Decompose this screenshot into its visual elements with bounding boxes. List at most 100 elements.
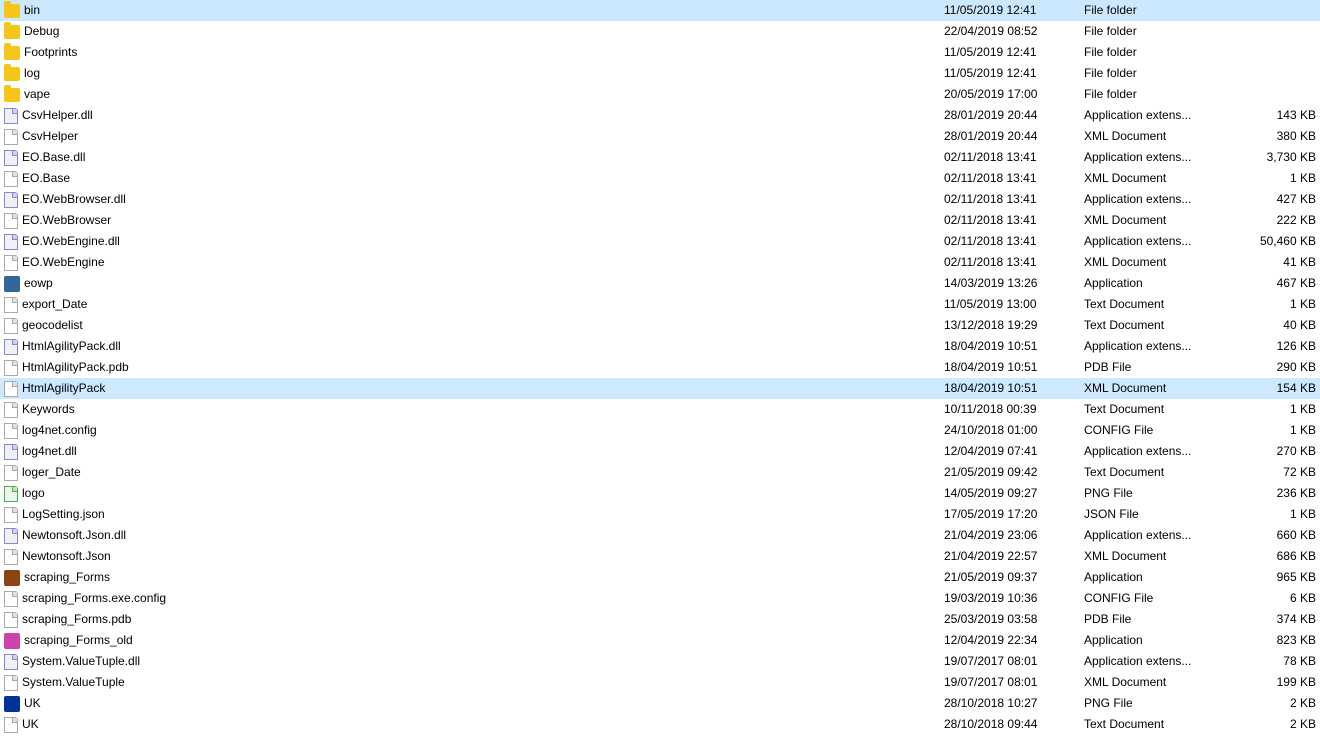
file-name-cell: HtmlAgilityPack.pdb <box>0 357 260 378</box>
file-type: Application extens... <box>1080 336 1240 357</box>
table-row[interactable]: System.ValueTuple.dll19/07/2017 08:01App… <box>0 651 1320 672</box>
file-date: 22/04/2019 08:52 <box>940 21 1080 42</box>
file-date: 21/05/2019 09:42 <box>940 462 1080 483</box>
table-row[interactable]: EO.Base.dll02/11/2018 13:41Application e… <box>0 147 1320 168</box>
file-name-cell: EO.Base.dll <box>0 147 260 168</box>
file-type: XML Document <box>1080 378 1240 399</box>
table-row[interactable]: Newtonsoft.Json21/04/2019 22:57XML Docum… <box>0 546 1320 567</box>
file-name-cell: EO.Base <box>0 168 260 189</box>
table-row[interactable]: UK28/10/2018 10:27PNG File2 KB <box>0 693 1320 714</box>
file-type: JSON File <box>1080 504 1240 525</box>
table-row[interactable]: bin11/05/2019 12:41File folder <box>0 0 1320 21</box>
table-row[interactable]: loger_Date21/05/2019 09:42Text Document7… <box>0 462 1320 483</box>
dll-icon <box>4 654 18 670</box>
file-size: 1 KB <box>1240 504 1320 525</box>
file-name-cell: loger_Date <box>0 462 260 483</box>
file-name-cell: System.ValueTuple.dll <box>0 651 260 672</box>
file-explorer[interactable]: bin11/05/2019 12:41File folderDebug 22/04… <box>0 0 1320 738</box>
table-row[interactable]: HtmlAgilityPack.pdb18/04/2019 10:51PDB F… <box>0 357 1320 378</box>
table-row[interactable]: UK28/10/2018 09:44Text Document2 KB <box>0 714 1320 735</box>
file-name: UK <box>22 714 39 735</box>
file-type: Application extens... <box>1080 525 1240 546</box>
file-icon <box>4 507 18 523</box>
dll-icon <box>4 108 18 124</box>
table-row[interactable]: Debug 22/04/2019 08:52File folder <box>0 21 1320 42</box>
table-row[interactable]: EO.WebBrowser.dll02/11/2018 13:41Applica… <box>0 189 1320 210</box>
file-size: 2 KB <box>1240 693 1320 714</box>
table-row[interactable]: logo14/05/2019 09:27PNG File236 KB <box>0 483 1320 504</box>
table-row[interactable]: LogSetting.json17/05/2019 17:20JSON File… <box>0 504 1320 525</box>
table-row[interactable]: CsvHelper.dll28/01/2019 20:44Application… <box>0 105 1320 126</box>
file-type: Application extens... <box>1080 105 1240 126</box>
file-type: File folder <box>1080 84 1240 105</box>
file-name: eowp <box>24 273 53 294</box>
table-row[interactable]: scraping_Forms_old12/04/2019 22:34Applic… <box>0 630 1320 651</box>
file-icon <box>4 318 18 334</box>
table-row[interactable]: EO.WebEngine.dll02/11/2018 13:41Applicat… <box>0 231 1320 252</box>
file-icon <box>4 129 18 145</box>
file-size: 1 KB <box>1240 168 1320 189</box>
file-type: PDB File <box>1080 357 1240 378</box>
file-name: Newtonsoft.Json <box>22 546 111 567</box>
file-date: 28/10/2018 10:27 <box>940 693 1080 714</box>
table-row[interactable]: log4net.dll12/04/2019 07:41Application e… <box>0 441 1320 462</box>
file-date: 19/07/2017 08:01 <box>940 672 1080 693</box>
table-row[interactable]: Footprints11/05/2019 12:41File folder <box>0 42 1320 63</box>
file-name-cell: UK <box>0 714 260 735</box>
file-name: EO.WebBrowser.dll <box>22 189 126 210</box>
file-date: 02/11/2018 13:41 <box>940 210 1080 231</box>
folder-icon <box>4 46 20 60</box>
file-name: Debug <box>24 21 59 42</box>
file-name-cell: eowp <box>0 273 260 294</box>
table-row[interactable]: Newtonsoft.Json.dll21/04/2019 23:06Appli… <box>0 525 1320 546</box>
file-type: File folder <box>1080 21 1240 42</box>
file-type: Application <box>1080 630 1240 651</box>
table-row[interactable]: EO.WebBrowser02/11/2018 13:41XML Documen… <box>0 210 1320 231</box>
file-name: scraping_Forms.pdb <box>22 609 131 630</box>
table-row[interactable]: Keywords10/11/2018 00:39Text Document1 K… <box>0 399 1320 420</box>
table-row[interactable]: eowp14/03/2019 13:26Application467 KB <box>0 273 1320 294</box>
table-row[interactable]: scraping_Forms21/05/2019 09:37Applicatio… <box>0 567 1320 588</box>
file-date: 02/11/2018 13:41 <box>940 189 1080 210</box>
table-row[interactable]: scraping_Forms.pdb25/03/2019 03:58PDB Fi… <box>0 609 1320 630</box>
file-name: System.ValueTuple.dll <box>22 651 140 672</box>
table-row[interactable]: System.ValueTuple 19/07/2017 08:01XML Doc… <box>0 672 1320 693</box>
file-size: 50,460 KB <box>1240 231 1320 252</box>
table-row[interactable]: HtmlAgilityPack.dll18/04/2019 10:51Appli… <box>0 336 1320 357</box>
file-icon <box>4 549 18 565</box>
table-row[interactable]: HtmlAgilityPack18/04/2019 10:51XML Docum… <box>0 378 1320 399</box>
table-row[interactable]: export_Date11/05/2019 13:00Text Document… <box>0 294 1320 315</box>
table-row[interactable]: EO.WebEngine02/11/2018 13:41XML Document… <box>0 252 1320 273</box>
table-row[interactable]: scraping_Forms.exe.config19/03/2019 10:3… <box>0 588 1320 609</box>
file-name-cell: bin <box>0 0 260 21</box>
file-name: geocodelist <box>22 315 83 336</box>
file-size: 965 KB <box>1240 567 1320 588</box>
file-date: 12/04/2019 22:34 <box>940 630 1080 651</box>
folder-icon <box>4 67 20 81</box>
exe-old-icon <box>4 633 20 649</box>
file-name: System.ValueTuple <box>22 672 125 693</box>
file-icon <box>4 591 18 607</box>
table-row[interactable]: log4net.config24/10/2018 01:00CONFIG Fil… <box>0 420 1320 441</box>
table-row[interactable]: vape20/05/2019 17:00File folder <box>0 84 1320 105</box>
file-name: HtmlAgilityPack.pdb <box>22 357 129 378</box>
file-date: 12/04/2019 07:41 <box>940 441 1080 462</box>
file-size: 78 KB <box>1240 651 1320 672</box>
file-name-cell: EO.WebBrowser <box>0 210 260 231</box>
file-name-cell: scraping_Forms.exe.config <box>0 588 260 609</box>
table-row[interactable]: geocodelist13/12/2018 19:29Text Document… <box>0 315 1320 336</box>
file-size: 686 KB <box>1240 546 1320 567</box>
file-size: 41 KB <box>1240 252 1320 273</box>
file-date: 20/05/2019 17:00 <box>940 84 1080 105</box>
table-row[interactable]: log11/05/2019 12:41File folder <box>0 63 1320 84</box>
table-row[interactable]: CsvHelper28/01/2019 20:44XML Document380… <box>0 126 1320 147</box>
file-date: 25/03/2019 03:58 <box>940 609 1080 630</box>
table-row[interactable]: EO.Base02/11/2018 13:41XML Document1 KB <box>0 168 1320 189</box>
file-name-cell: Newtonsoft.Json <box>0 546 260 567</box>
file-type: Text Document <box>1080 714 1240 735</box>
file-date: 24/10/2018 01:00 <box>940 420 1080 441</box>
file-type: Application extens... <box>1080 147 1240 168</box>
file-name-cell: CsvHelper.dll <box>0 105 260 126</box>
file-type: XML Document <box>1080 672 1240 693</box>
file-name-cell: Keywords <box>0 399 260 420</box>
